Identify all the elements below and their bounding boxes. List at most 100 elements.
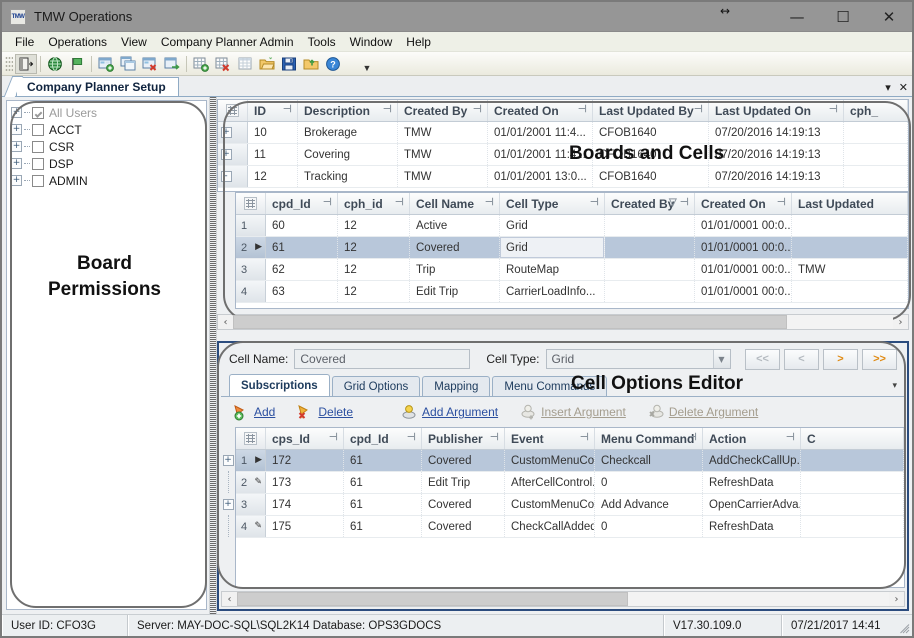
resize-grip-icon[interactable] (898, 615, 912, 636)
menu-window[interactable]: Window (343, 33, 400, 51)
cell-last-updated[interactable] (792, 281, 908, 302)
table-row[interactable]: 4 ✎ 175 61 Covered CheckCallAdded 0 Refr… (236, 516, 904, 538)
copy-board-icon[interactable] (117, 54, 139, 74)
checkbox[interactable] (32, 141, 44, 153)
cell-cph[interactable] (844, 144, 908, 165)
scroll-left-arrow-icon[interactable]: ‹ (222, 592, 237, 606)
tree-item-all-users[interactable]: + All Users (9, 104, 206, 121)
checkbox[interactable] (32, 158, 44, 170)
cell-cell-type[interactable]: Grid (500, 215, 605, 236)
green-flag-icon[interactable] (66, 54, 88, 74)
cell-created-by[interactable]: TMW (398, 122, 488, 143)
filter-icon[interactable]: ⊣ (323, 198, 332, 207)
cell-action[interactable]: RefreshData (703, 472, 801, 493)
cell-publisher[interactable]: Edit Trip (422, 472, 505, 493)
col-header-created-on[interactable]: Created On⊣ (695, 193, 792, 214)
cell-created-on[interactable]: 01/01/0001 00:0... (695, 259, 792, 280)
cells-grid[interactable]: cpd_Id⊣ cph_id⊣ Cell Name⊣ Cell Type⊣ Cr (235, 192, 909, 309)
cell-cpd-id[interactable]: 61 (344, 516, 422, 537)
cell-cph-id[interactable]: 12 (338, 215, 410, 236)
scroll-right-arrow-icon[interactable]: › (893, 315, 908, 329)
table-row[interactable]: 3 12 Tracking TMW 01/01/2001 13:0... CFO… (218, 166, 908, 188)
add-button[interactable]: Add (233, 403, 275, 421)
cell-cph-id[interactable]: 12 (338, 237, 410, 258)
scroll-right-arrow-icon[interactable]: › (889, 592, 904, 606)
filter-icon[interactable]: ⊣ (786, 433, 795, 442)
col-header-cps-id[interactable]: cps_Id⊣ (266, 428, 344, 449)
panel-collapse-icon[interactable]: ▾ (892, 381, 897, 391)
cell-created-on[interactable]: 01/01/0001 00:0... (695, 237, 792, 258)
cell-cph-id[interactable]: 12 (338, 281, 410, 302)
cell-id[interactable]: 10 (248, 122, 298, 143)
scroll-thumb[interactable] (237, 592, 628, 606)
expand-icon[interactable]: + (11, 158, 22, 169)
save-icon[interactable] (278, 54, 300, 74)
cell-cell-name[interactable]: Trip (410, 259, 500, 280)
filter-icon[interactable]: ⊣ (329, 433, 338, 442)
col-header-id[interactable]: ID⊣ (248, 100, 298, 121)
delete-button[interactable]: Delete (297, 403, 353, 421)
filter-icon[interactable]: ⊣ (688, 433, 697, 442)
cell-cpd-id[interactable]: 60 (266, 215, 338, 236)
row-header[interactable]: 4 (236, 281, 266, 302)
filter-icon[interactable]: ⊣ (580, 433, 589, 442)
expand-icon[interactable]: + (11, 107, 22, 118)
toolbar-overflow-button[interactable]: ▼ (362, 55, 372, 73)
cell-cell-type[interactable]: RouteMap (500, 259, 605, 280)
cell-action[interactable]: OpenCarrierAdva... (703, 494, 801, 515)
filter-icon[interactable]: ⊣ (777, 198, 786, 207)
tab-list-dropdown[interactable]: ▾ (885, 81, 891, 94)
row-header[interactable]: 4 ✎ (236, 516, 266, 537)
cell-cph[interactable] (844, 166, 908, 187)
cell-id[interactable]: 11 (248, 144, 298, 165)
cell-cpd-id[interactable]: 61 (344, 450, 422, 471)
delete-board-icon[interactable] (139, 54, 161, 74)
tab-subscriptions[interactable]: Subscriptions (229, 374, 330, 396)
col-header-menu-command[interactable]: Menu Command⊣ (595, 428, 703, 449)
col-header-description[interactable]: Description⊣ (298, 100, 398, 121)
col-header-cpd-id[interactable]: cpd_Id⊣ (266, 193, 338, 214)
table-row[interactable]: 4 63 12 Edit Trip CarrierLoadInfo... 01/… (236, 281, 908, 303)
filter-icon[interactable]: ⊣ (395, 198, 404, 207)
cell-cps-id[interactable]: 172 (266, 450, 344, 471)
table-row[interactable]: 1 10 Brokerage TMW 01/01/2001 11:4... CF… (218, 122, 908, 144)
row-expander[interactable]: - (219, 165, 233, 187)
cell-cpd-id[interactable]: 63 (266, 281, 338, 302)
col-header-last-updated-by[interactable]: Last Updated By⊣ (593, 100, 709, 121)
menu-view[interactable]: View (114, 33, 154, 51)
filter-icon[interactable]: ⊣ (694, 105, 703, 114)
tab-company-planner-setup[interactable]: Company Planner Setup (16, 77, 179, 96)
delete-grid-icon[interactable] (212, 54, 234, 74)
filter-icon[interactable]: ⊣ (485, 198, 494, 207)
col-header-cpd-id[interactable]: cpd_Id⊣ (344, 428, 422, 449)
exit-door-icon[interactable] (15, 54, 37, 74)
cell-cps-id[interactable]: 173 (266, 472, 344, 493)
nav-previous-button[interactable]: < (784, 349, 819, 370)
col-header-cph-id[interactable]: cph_id⊣ (338, 193, 410, 214)
cell-last-updated[interactable]: TMW (792, 259, 908, 280)
cell-publisher[interactable]: Covered (422, 450, 505, 471)
cell-last-updated-on[interactable]: 07/20/2016 14:19:13 (709, 144, 844, 165)
table-row[interactable]: 2 11 Covering TMW 01/01/2001 11:4... CFO… (218, 144, 908, 166)
cell-menu-command[interactable]: Checkcall (595, 450, 703, 471)
row-header[interactable]: 1 ▶ (236, 450, 266, 471)
cell-created-by[interactable]: TMW (398, 144, 488, 165)
cell-created-on[interactable]: 01/01/2001 13:0... (488, 166, 593, 187)
tab-mapping[interactable]: Mapping (422, 376, 490, 396)
table-row[interactable]: 2 ✎ 173 61 Edit Trip AfterCellControl...… (236, 472, 904, 494)
expand-icon[interactable]: + (11, 141, 22, 152)
table-row[interactable]: 1 60 12 Active Grid 01/01/0001 00:0... (236, 215, 908, 237)
col-header-event[interactable]: Event⊣ (505, 428, 595, 449)
cell-menu-command[interactable]: 0 (595, 516, 703, 537)
scroll-left-arrow-icon[interactable]: ‹ (218, 315, 233, 329)
cell-created-on[interactable]: 01/01/0001 00:0... (695, 215, 792, 236)
tree-item-dsp[interactable]: + DSP (9, 155, 206, 172)
expand-icon[interactable]: + (11, 124, 22, 135)
scroll-thumb[interactable] (233, 315, 787, 329)
row-header[interactable]: 1 (236, 215, 266, 236)
cell-last-updated[interactable] (792, 237, 908, 258)
menu-company-planner-admin[interactable]: Company Planner Admin (154, 33, 301, 51)
cell-publisher[interactable]: Covered (422, 494, 505, 515)
cell-cpd-id[interactable]: 61 (266, 237, 338, 258)
filter-icon[interactable]: ⊣ (590, 198, 599, 207)
